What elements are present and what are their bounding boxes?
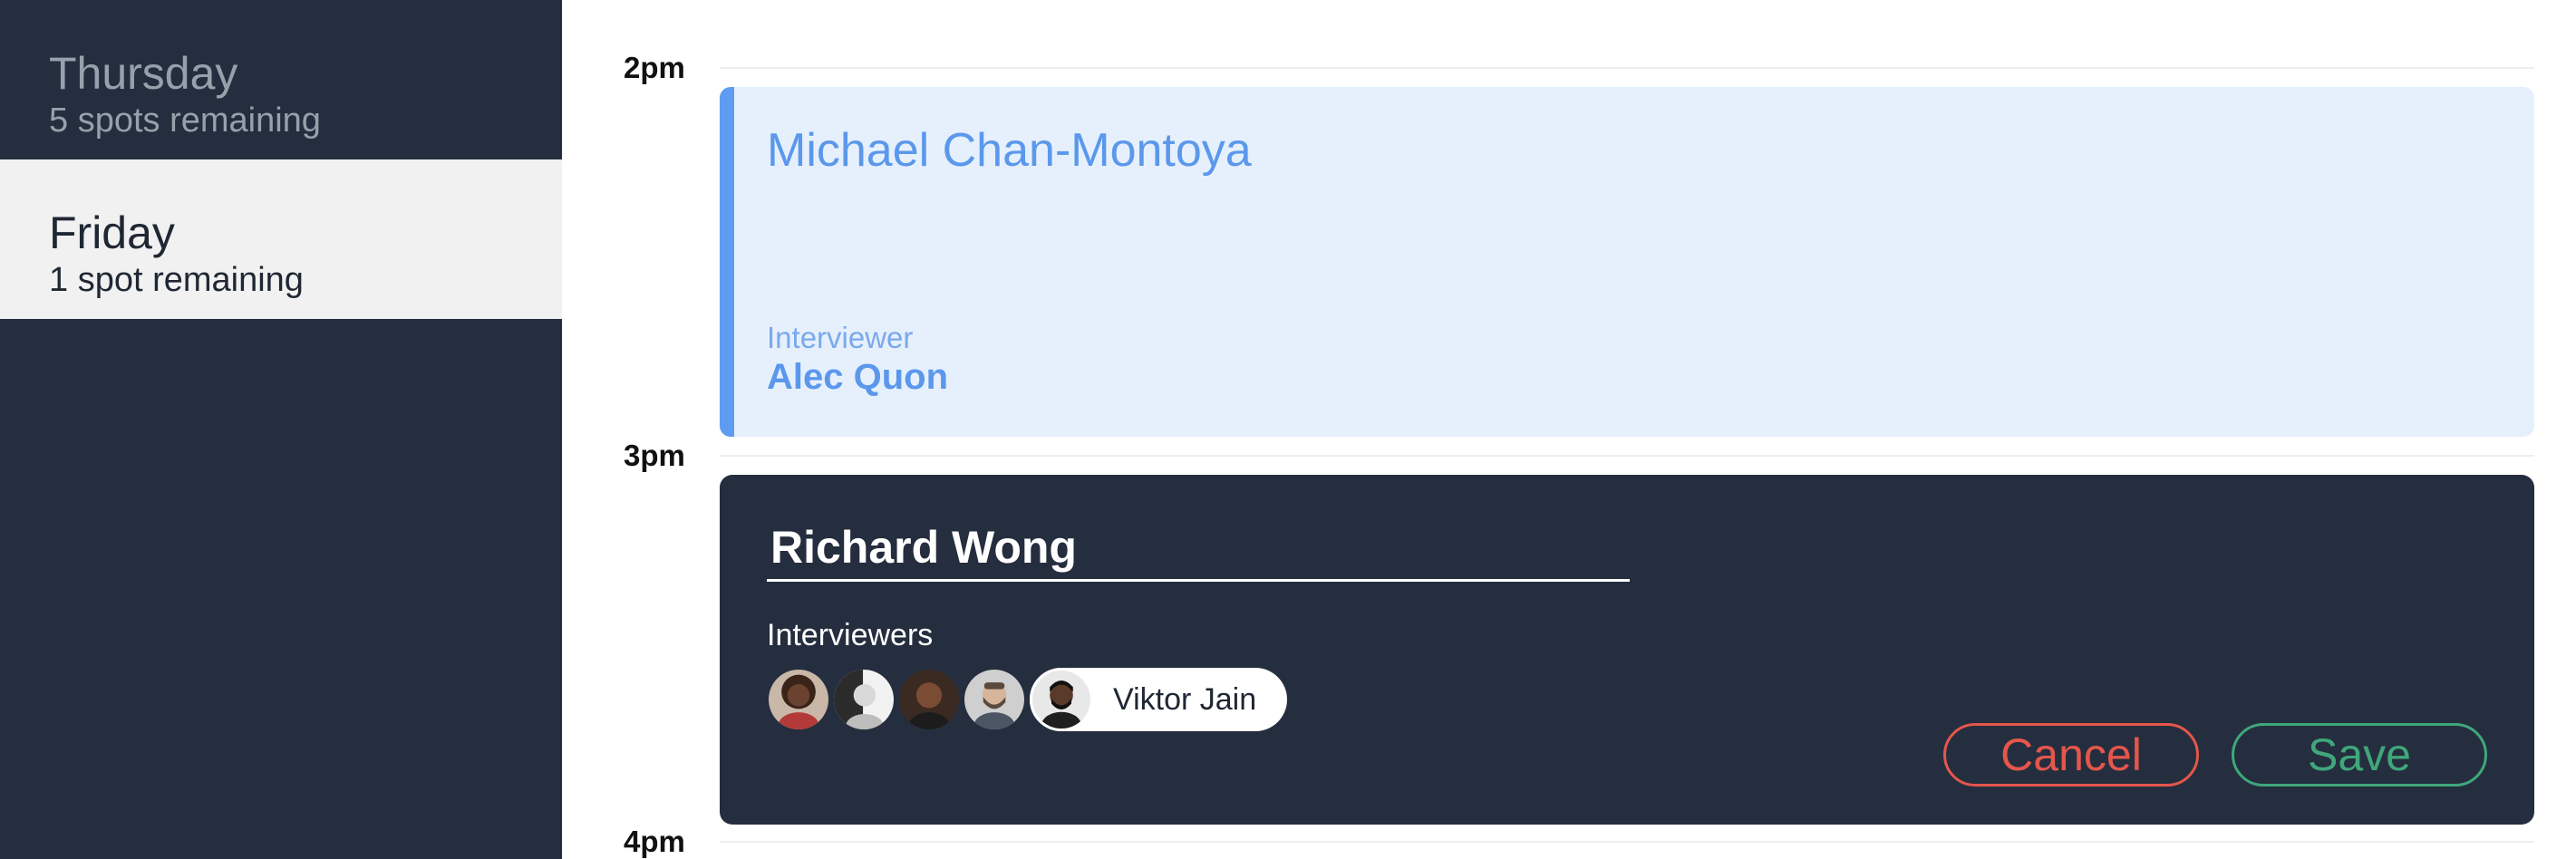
person-icon — [1032, 671, 1090, 729]
save-button[interactable]: Save — [2232, 723, 2487, 787]
selected-interviewer-chip[interactable]: Viktor Jain — [1030, 668, 1288, 731]
hour-divider — [720, 455, 2534, 457]
avatar-man-beard[interactable] — [963, 668, 1026, 731]
person-icon — [769, 670, 828, 729]
interviewer-role-label: Interviewer — [767, 321, 914, 354]
avatar-viktor-jain — [1030, 668, 1093, 731]
day-name: Thursday — [49, 48, 238, 99]
day-name: Friday — [49, 208, 175, 258]
day-item-thursday[interactable]: Thursday 5 spots remaining — [0, 0, 562, 159]
interviewers-label: Interviewers — [767, 618, 934, 652]
day-item-friday[interactable]: Friday 1 spot remaining — [0, 159, 562, 319]
candidate-name: Michael Chan-Montoya — [767, 124, 1252, 177]
avatar-woman-bw[interactable] — [832, 668, 896, 731]
cancel-button[interactable]: Cancel — [1943, 723, 2199, 787]
schedule-timeline: 2pm 3pm 4pm Michael Chan-Montoya Intervi… — [562, 0, 2576, 859]
interview-event-card[interactable]: Michael Chan-Montoya Interviewer Alec Qu… — [720, 87, 2534, 437]
selected-interviewer-name: Viktor Jain — [1113, 681, 1257, 717]
person-icon — [834, 670, 894, 729]
avatar-woman-curly-hair[interactable] — [767, 668, 830, 731]
day-spots-remaining: 5 spots remaining — [49, 101, 321, 140]
hour-label-2pm: 2pm — [624, 51, 685, 84]
person-icon — [899, 670, 959, 729]
interview-edit-card: Interviewers — [720, 475, 2534, 825]
day-sidebar: Thursday 5 spots remaining Friday 1 spot… — [0, 0, 562, 859]
candidate-name-input[interactable] — [767, 515, 1630, 582]
hour-divider — [720, 67, 2534, 69]
interviewer-name: Alec Quon — [767, 357, 949, 397]
interviewer-avatar-list: Viktor Jain — [767, 667, 1288, 732]
hour-label-4pm: 4pm — [624, 825, 685, 858]
hour-divider — [720, 841, 2534, 843]
day-spots-remaining: 1 spot remaining — [49, 261, 304, 299]
person-icon — [964, 670, 1024, 729]
avatar-man-bald[interactable] — [897, 668, 961, 731]
hour-label-3pm: 3pm — [624, 439, 685, 472]
